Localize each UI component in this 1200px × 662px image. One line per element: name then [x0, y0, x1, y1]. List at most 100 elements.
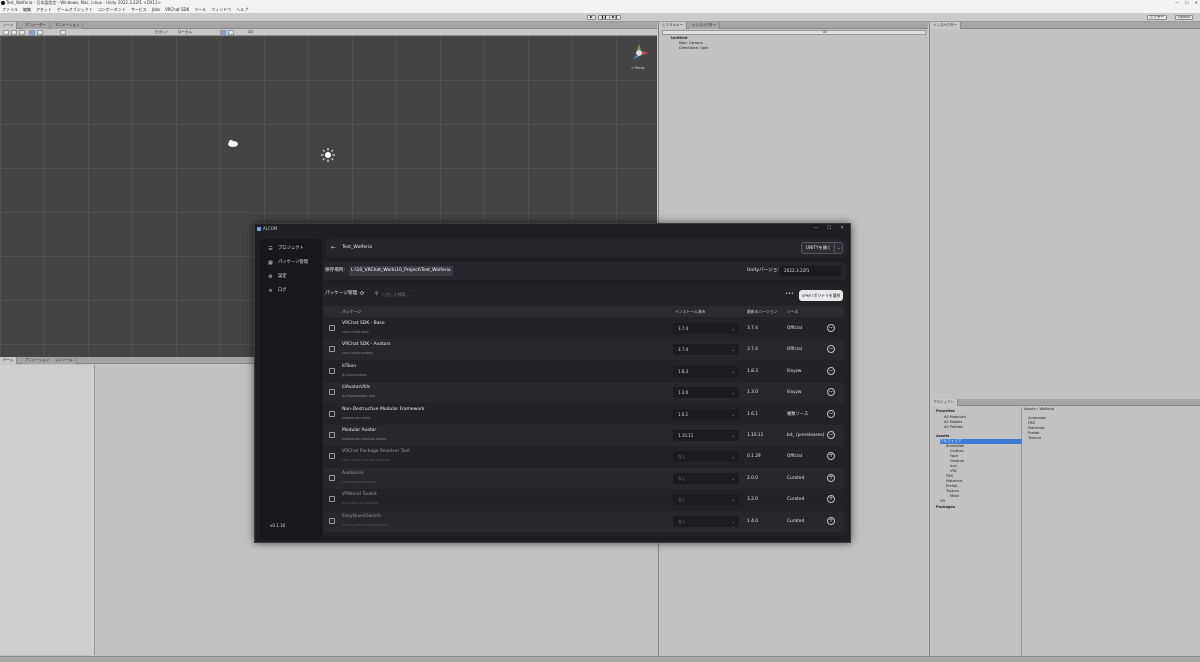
- directional-light-icon[interactable]: [321, 148, 335, 162]
- row-checkbox[interactable]: [329, 432, 335, 438]
- alcom-maximize-button[interactable]: ☐: [827, 224, 831, 234]
- installed-version-select[interactable]: 1.8.3 ⌄: [673, 365, 739, 377]
- snap-toggle-icon[interactable]: [228, 30, 234, 35]
- installed-version-select[interactable]: 1.3.0 ⌄: [673, 387, 739, 399]
- tree-folder[interactable]: VRC: [950, 469, 957, 473]
- favorite-item[interactable]: All Models: [944, 420, 962, 424]
- sidebar-item-logs[interactable]: ≡ ログ: [268, 286, 286, 296]
- favorite-item[interactable]: All Prefabs: [944, 425, 963, 429]
- tree-folder[interactable]: Texture: [946, 489, 959, 493]
- column-source[interactable]: ソース: [787, 306, 798, 317]
- tree-folder[interactable]: Gesture: [950, 459, 964, 463]
- breadcrumb-wolferia[interactable]: Wolferia: [1039, 407, 1054, 411]
- tree-folder[interactable]: Animation: [946, 444, 964, 448]
- packages-header[interactable]: Packages: [936, 505, 955, 509]
- rect-tool-icon[interactable]: [37, 30, 43, 35]
- unity-version-select[interactable]: 2022.3.22f1: [779, 266, 841, 276]
- back-arrow-icon[interactable]: ←: [331, 239, 336, 257]
- sidebar-item-projects[interactable]: ☰ プロジェクト: [268, 244, 304, 254]
- table-row[interactable]: lilToon jp.lilxyzw.liltoon 1.8.3 ⌄ 1.8.3 lilx…: [323, 361, 844, 382]
- row-checkbox[interactable]: [329, 496, 335, 503]
- column-installed[interactable]: インストール済み: [675, 306, 705, 317]
- row-checkbox[interactable]: [329, 410, 335, 417]
- row-checkbox[interactable]: [329, 325, 335, 331]
- add-package-button[interactable]: +: [827, 473, 835, 482]
- column-latest[interactable]: 最新のバージョン: [747, 306, 777, 317]
- installed-version-select[interactable]: なし ⌄: [673, 451, 739, 463]
- menu-window[interactable]: ウィンドウ: [211, 6, 231, 13]
- row-checkbox[interactable]: [329, 346, 335, 353]
- column-package[interactable]: パッケージ: [342, 306, 361, 317]
- folder-item[interactable]: Texture: [1028, 436, 1041, 440]
- refresh-icon[interactable]: ⟳: [360, 289, 365, 299]
- folder-item[interactable]: Materials: [1028, 426, 1044, 430]
- table-row[interactable]: VRChat Package Resolver Tool com.vrchat.c…: [323, 446, 844, 467]
- select-vpm-repo-button[interactable]: VPMリポジトリを選択: [799, 290, 843, 301]
- move-tool-icon[interactable]: [11, 30, 17, 35]
- add-package-button[interactable]: +: [827, 452, 835, 461]
- hierarchy-search[interactable]: All: [662, 30, 926, 35]
- tab-scene[interactable]: シーン: [0, 22, 18, 29]
- tree-folder[interactable]: Materials: [946, 479, 962, 483]
- installed-version-select[interactable]: なし ⌄: [673, 472, 739, 484]
- installed-version-select[interactable]: 1.6.1 ⌄: [673, 408, 739, 420]
- installed-version-select[interactable]: 3.7.4 ⌄: [673, 323, 739, 334]
- tab-console[interactable]: コンソール: [52, 357, 77, 364]
- menu-gameobject[interactable]: ゲームオブジェクト: [57, 6, 93, 13]
- open-unity-button[interactable]: UNITYを開く ⌄: [801, 242, 843, 254]
- favorites-header[interactable]: Favorites: [936, 409, 955, 413]
- layout-dropdown[interactable]: Layout: [1175, 15, 1193, 20]
- tab-game[interactable]: ゲーム: [0, 357, 18, 364]
- remove-package-button[interactable]: −: [827, 409, 835, 418]
- table-row[interactable]: Modular Avatar nadena.dev.modular-avatar 1…: [323, 425, 844, 446]
- favorite-item[interactable]: All Materials: [944, 415, 966, 419]
- hierarchy-scene-row[interactable]: Untitled: [671, 36, 687, 40]
- menu-file[interactable]: ファイル: [2, 6, 18, 13]
- tab-animation-bottom[interactable]: アニメーション: [22, 357, 54, 364]
- menu-tools[interactable]: ツール: [194, 6, 206, 13]
- tab-inspector-top[interactable]: インスペクター: [689, 22, 721, 29]
- more-options-button[interactable]: •••: [785, 289, 794, 299]
- installed-version-select[interactable]: 3.7.4 ⌄: [673, 344, 739, 356]
- row-checkbox[interactable]: [329, 453, 335, 460]
- remove-package-button[interactable]: −: [827, 324, 835, 332]
- table-row[interactable]: AudioLink com.llealloo.audiolink なし ⌄ 2.0.0 C…: [323, 467, 844, 489]
- folder-item[interactable]: Prefab: [1028, 431, 1039, 435]
- alcom-close-button[interactable]: ✕: [840, 224, 844, 234]
- installed-version-select[interactable]: 1.10.11 ⌄: [673, 430, 739, 441]
- menu-assets[interactable]: アセット: [36, 6, 52, 13]
- rotate-tool-icon[interactable]: [19, 30, 25, 35]
- location-path[interactable]: L:\10_VRChat_Work\10_Project\Test_Wolfer…: [349, 266, 453, 276]
- scene-gizmo-icon[interactable]: [628, 42, 650, 64]
- menu-component[interactable]: コンポーネント: [98, 6, 126, 13]
- hierarchy-item-directional-light[interactable]: Directional Light: [679, 46, 709, 50]
- view-mode-2d[interactable]: 2D: [248, 29, 253, 36]
- breadcrumb-assets[interactable]: Assets: [1024, 407, 1036, 411]
- add-package-button[interactable]: +: [827, 516, 835, 525]
- folder-item[interactable]: FBX: [1028, 421, 1035, 425]
- tree-folder[interactable]: Clothes: [950, 449, 963, 453]
- installed-version-select[interactable]: なし ⌄: [673, 494, 739, 506]
- menu-vrchat-sdk[interactable]: VRChat SDK: [165, 6, 189, 13]
- menu-edit[interactable]: 編集: [23, 6, 31, 13]
- hierarchy-item-main-camera[interactable]: Main Camera: [679, 41, 703, 45]
- camera-gizmo-icon[interactable]: [227, 139, 239, 148]
- tree-folder[interactable]: FBX: [946, 474, 953, 478]
- local-toggle[interactable]: ローカル: [178, 29, 192, 36]
- tree-folder[interactable]: Mask: [950, 494, 959, 498]
- tab-animator[interactable]: アニメーター: [22, 22, 50, 29]
- remove-package-button[interactable]: −: [827, 388, 835, 397]
- folder-item[interactable]: Animation: [1028, 416, 1046, 420]
- tree-folder[interactable]: Prefab: [946, 484, 957, 488]
- pivot-toggle[interactable]: ピボット: [155, 29, 169, 36]
- chevron-down-icon[interactable]: ⌄: [834, 243, 842, 253]
- installed-version-select[interactable]: なし ⌄: [673, 515, 739, 527]
- hand-tool-icon[interactable]: [3, 30, 9, 35]
- sidebar-item-packages[interactable]: ▦ パッケージ管理: [268, 258, 308, 268]
- package-search-input[interactable]: [381, 289, 581, 299]
- remove-package-button[interactable]: −: [827, 345, 835, 354]
- scale-tool-icon[interactable]: [29, 30, 35, 35]
- tree-folder[interactable]: Face: [950, 454, 958, 458]
- tab-project[interactable]: プロジェクト: [930, 399, 958, 406]
- menu-jobs[interactable]: Jobs: [152, 6, 160, 13]
